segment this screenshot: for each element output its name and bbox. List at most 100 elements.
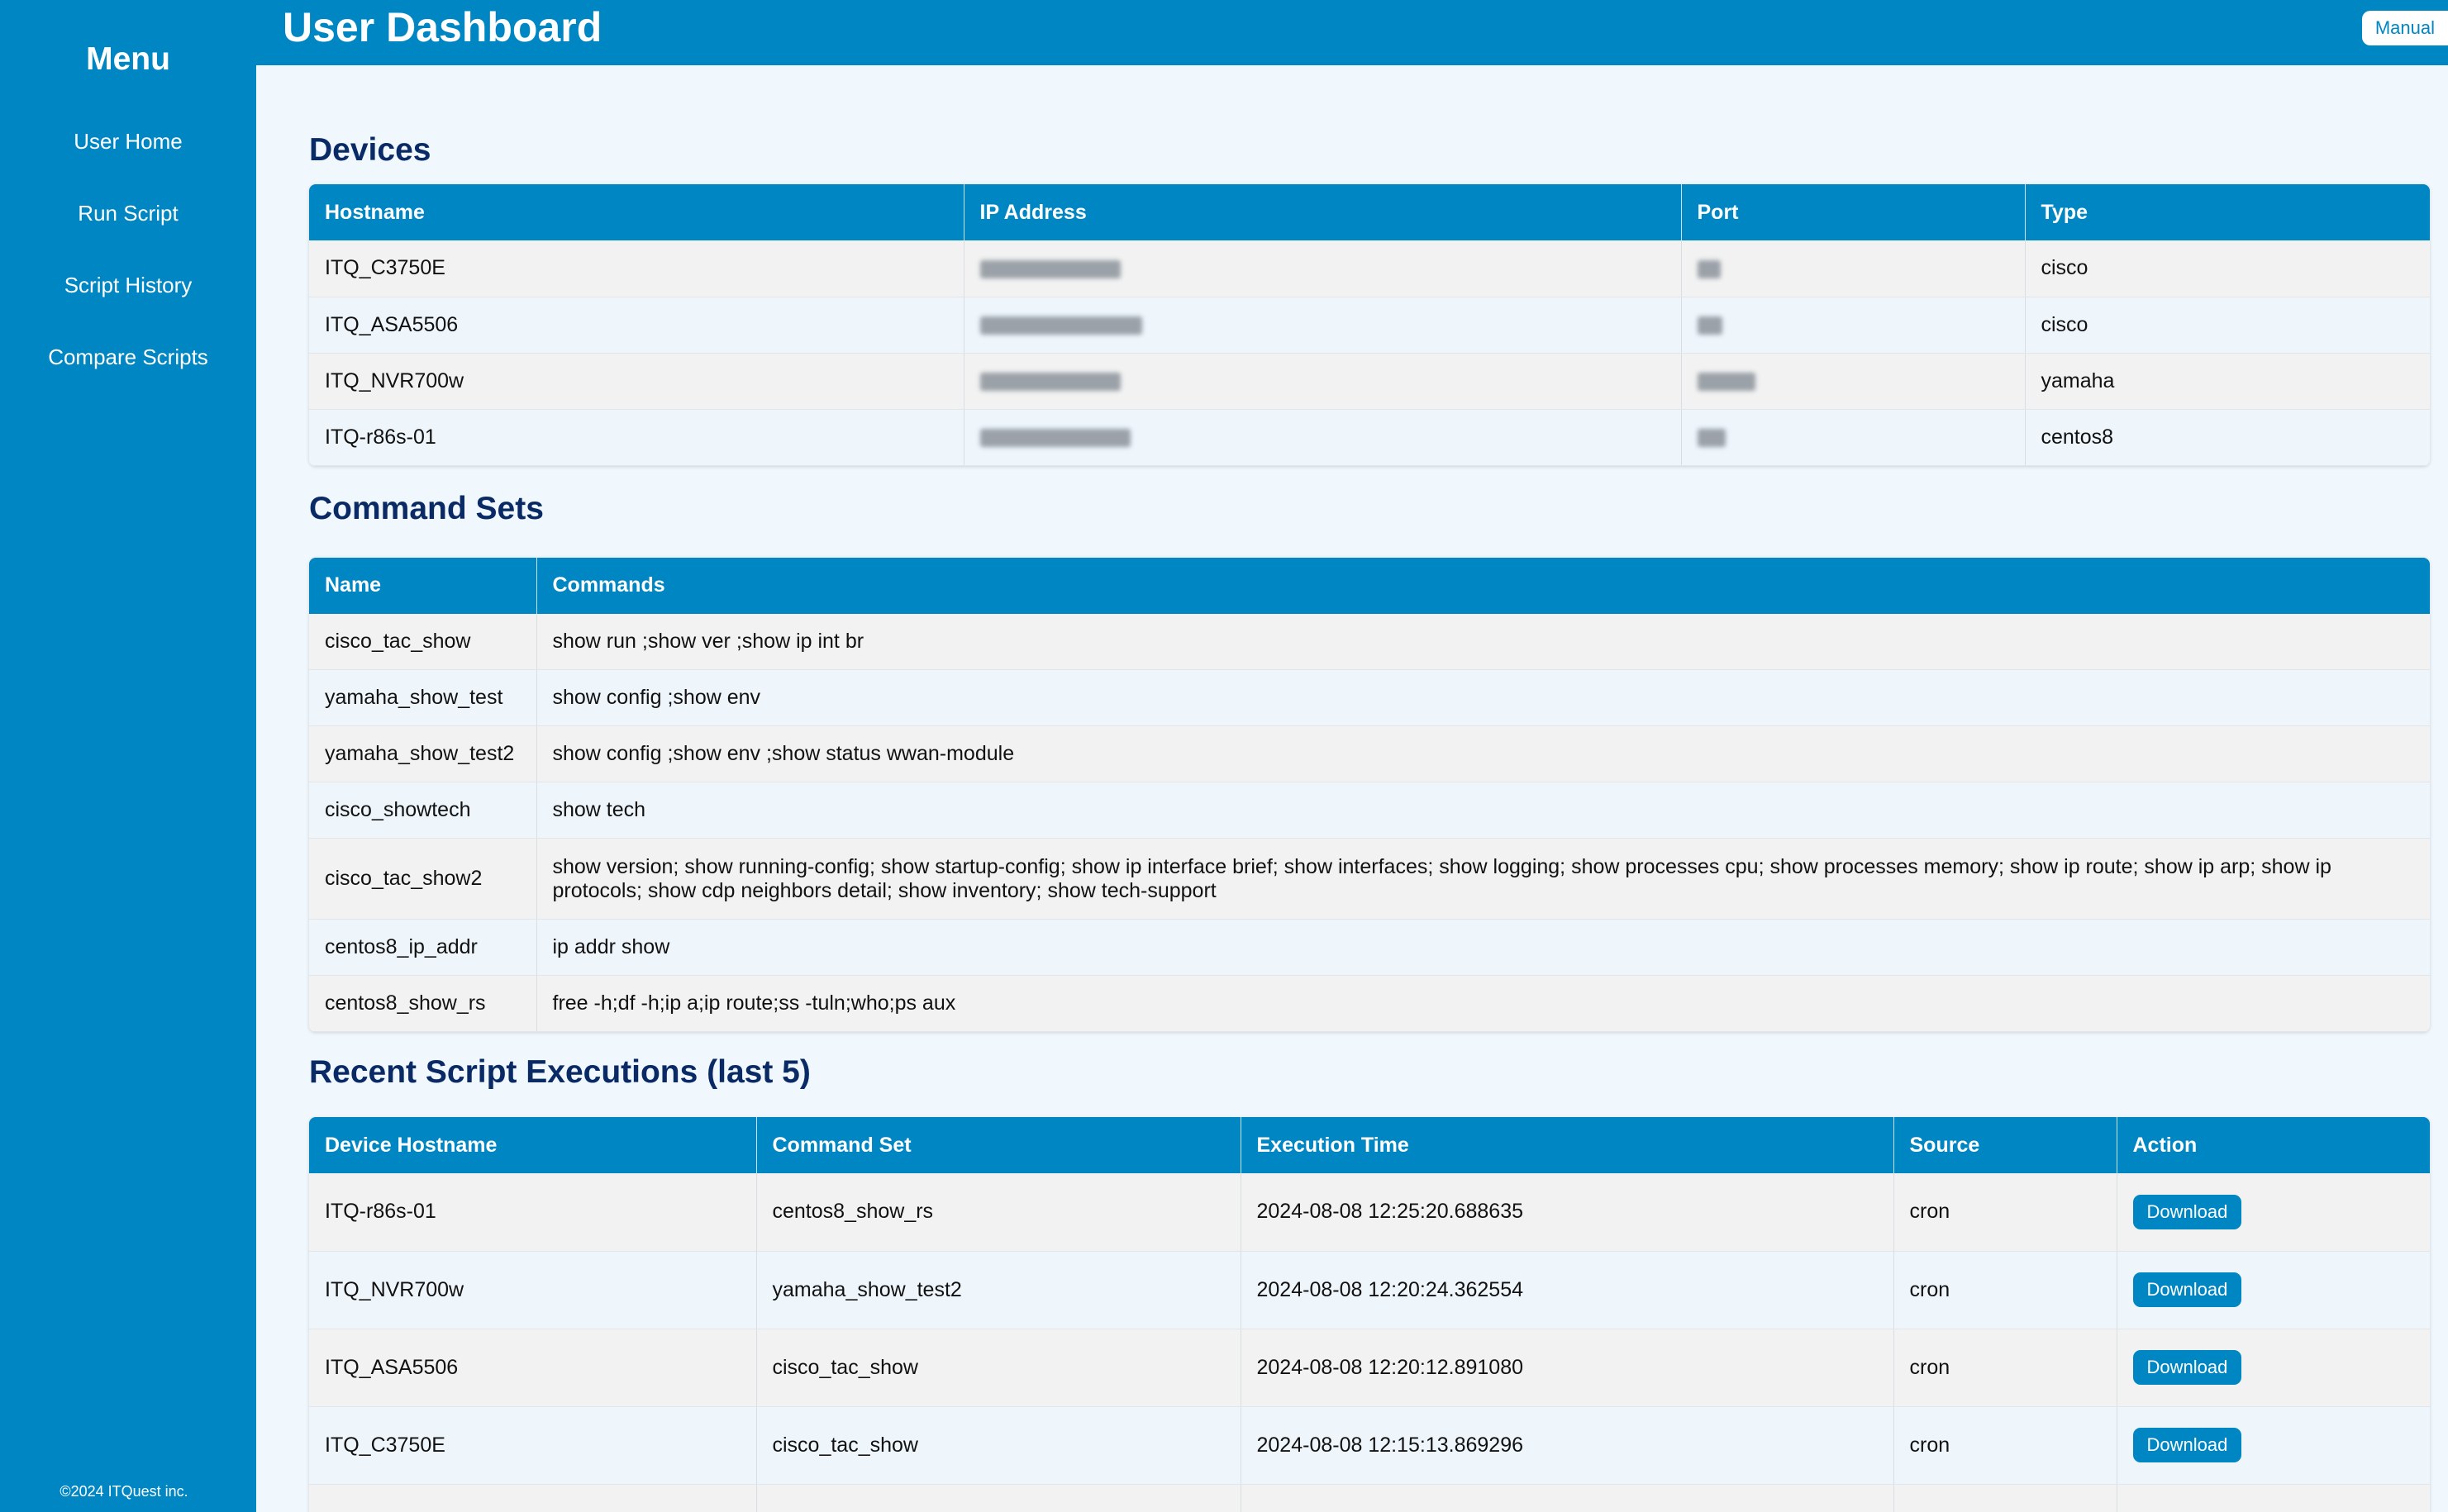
cell-name: cisco_tac_show [309, 613, 537, 670]
redacted-port [1697, 259, 1721, 278]
command-sets-section-title: Command Sets [309, 490, 544, 526]
cell-command-set: centos8_show_rs [756, 1173, 1241, 1252]
table-row: centos8_ip_addr ip addr show [309, 919, 2430, 976]
column-header-port: Port [1681, 184, 2026, 240]
table-row: ITQ_NVR700w yamaha_show_test2 2024-08-08… [309, 1251, 2430, 1329]
table-row: ITQ-r86s-01 centos8_show_rs 2024-08-08 1… [309, 1173, 2430, 1252]
cell-type: yamaha [2025, 353, 2430, 410]
command-sets-table: Name Commands cisco_tac_show show run ;s… [309, 557, 2430, 1032]
cell-commands: show config ;show env ;show status wwan-… [536, 725, 2430, 782]
table-row: yamaha_show_test2 show config ;show env … [309, 725, 2430, 782]
column-header-name: Name [309, 557, 537, 614]
sidebar-item-script-history[interactable]: Script History [0, 268, 256, 340]
cell-type: cisco [2025, 297, 2430, 354]
cell-empty [1241, 1484, 1894, 1512]
column-header-execution-time: Execution Time [1241, 1117, 1894, 1173]
copyright-footer: ©2024 ITQuest inc. [60, 1483, 188, 1500]
cell-command-set: yamaha_show_test2 [756, 1251, 1241, 1329]
cell-execution-time: 2024-08-08 12:15:13.869296 [1241, 1406, 1894, 1485]
column-header-action: Action [2117, 1117, 2430, 1173]
cell-device: ITQ-r86s-01 [309, 1173, 757, 1252]
cell-source: cron [1893, 1329, 2117, 1407]
redacted-ip [979, 428, 1131, 447]
header-bar: User Dashboard Manual [256, 0, 2448, 65]
sidebar: Menu User Home Run Script Script History… [0, 0, 256, 1512]
main-content: Devices Hostname IP Address Port Type IT… [309, 65, 2430, 1512]
redacted-port [1697, 316, 1722, 335]
download-button[interactable]: Download [2132, 1272, 2242, 1307]
cell-action: Download [2117, 1329, 2430, 1407]
cell-command-set: cisco_tac_show [756, 1329, 1241, 1407]
download-button[interactable]: Download [2132, 1350, 2242, 1385]
cell-port-redacted [1681, 240, 2026, 297]
cell-execution-time: 2024-08-08 12:20:24.362554 [1241, 1251, 1894, 1329]
cell-name: centos8_show_rs [309, 975, 537, 1032]
cell-device: ITQ_NVR700w [309, 1251, 757, 1329]
cell-ip-redacted [964, 240, 1682, 297]
cell-type: centos8 [2025, 409, 2430, 466]
cell-hostname: ITQ-r86s-01 [309, 409, 964, 466]
table-row: ITQ_C3750E cisco_tac_show 2024-08-08 12:… [309, 1406, 2430, 1485]
table-row: ITQ_C3750E cisco [309, 240, 2430, 297]
executions-section-title: Recent Script Executions (last 5) [309, 1054, 811, 1090]
cell-action: Download [2117, 1406, 2430, 1485]
cell-execution-time: 2024-08-08 12:20:12.891080 [1241, 1329, 1894, 1407]
cell-hostname: ITQ_NVR700w [309, 353, 964, 410]
cell-commands: free -h;df -h;ip a;ip route;ss -tuln;who… [536, 975, 2430, 1032]
executions-table: Device Hostname Command Set Execution Ti… [309, 1117, 2430, 1512]
cell-port-redacted [1681, 297, 2026, 354]
column-header-hostname: Hostname [309, 184, 964, 240]
cell-empty [756, 1484, 1241, 1512]
cell-device: ITQ_C3750E [309, 1406, 757, 1485]
sidebar-item-compare-scripts[interactable]: Compare Scripts [0, 340, 256, 411]
column-header-commands: Commands [536, 557, 2430, 614]
cell-port-redacted [1681, 409, 2026, 466]
table-row: ITQ-r86s-01 centos8 [309, 409, 2430, 466]
table-header-row: Device Hostname Command Set Execution Ti… [309, 1117, 2430, 1173]
cell-name: yamaha_show_test2 [309, 725, 537, 782]
menu-title: Menu [86, 41, 170, 77]
table-row: cisco_tac_show show run ;show ver ;show … [309, 613, 2430, 670]
cell-command-set: cisco_tac_show [756, 1406, 1241, 1485]
cell-empty [2117, 1484, 2430, 1512]
cell-device: ITQ_ASA5506 [309, 1329, 757, 1407]
cell-action: Download [2117, 1251, 2430, 1329]
redacted-port [1697, 372, 1755, 391]
download-button[interactable]: Download [2132, 1428, 2242, 1462]
cell-source: cron [1893, 1406, 2117, 1485]
cell-name: centos8_ip_addr [309, 919, 537, 976]
sidebar-item-run-script[interactable]: Run Script [0, 196, 256, 268]
table-row: centos8_show_rs free -h;df -h;ip a;ip ro… [309, 975, 2430, 1032]
table-row: ITQ_NVR700w yamaha [309, 353, 2430, 410]
redacted-ip [979, 316, 1142, 335]
cell-type: cisco [2025, 240, 2430, 297]
table-header-row: Name Commands [309, 557, 2430, 614]
devices-section-title: Devices [309, 132, 431, 168]
manual-button[interactable]: Manual [2361, 11, 2448, 45]
cell-empty [1893, 1484, 2117, 1512]
sidebar-item-user-home[interactable]: User Home [0, 124, 256, 196]
cell-execution-time: 2024-08-08 12:25:20.688635 [1241, 1173, 1894, 1252]
table-row [309, 1484, 2430, 1512]
table-row: ITQ_ASA5506 cisco_tac_show 2024-08-08 12… [309, 1329, 2430, 1407]
cell-name: cisco_showtech [309, 782, 537, 839]
cell-commands: show version; show running-config; show … [536, 838, 2430, 920]
cell-hostname: ITQ_ASA5506 [309, 297, 964, 354]
cell-commands: show config ;show env [536, 669, 2430, 726]
cell-commands: ip addr show [536, 919, 2430, 976]
column-header-device-hostname: Device Hostname [309, 1117, 757, 1173]
devices-table: Hostname IP Address Port Type ITQ_C3750E… [309, 184, 2430, 466]
column-header-source: Source [1893, 1117, 2117, 1173]
cell-source: cron [1893, 1251, 2117, 1329]
table-row: cisco_showtech show tech [309, 782, 2430, 839]
cell-empty [309, 1484, 757, 1512]
column-header-command-set: Command Set [756, 1117, 1241, 1173]
cell-ip-redacted [964, 353, 1682, 410]
cell-action: Download [2117, 1173, 2430, 1252]
cell-commands: show run ;show ver ;show ip int br [536, 613, 2430, 670]
table-header-row: Hostname IP Address Port Type [309, 184, 2430, 240]
cell-commands: show tech [536, 782, 2430, 839]
download-button[interactable]: Download [2132, 1194, 2242, 1229]
redacted-ip [979, 259, 1121, 278]
cell-name: cisco_tac_show2 [309, 838, 537, 920]
